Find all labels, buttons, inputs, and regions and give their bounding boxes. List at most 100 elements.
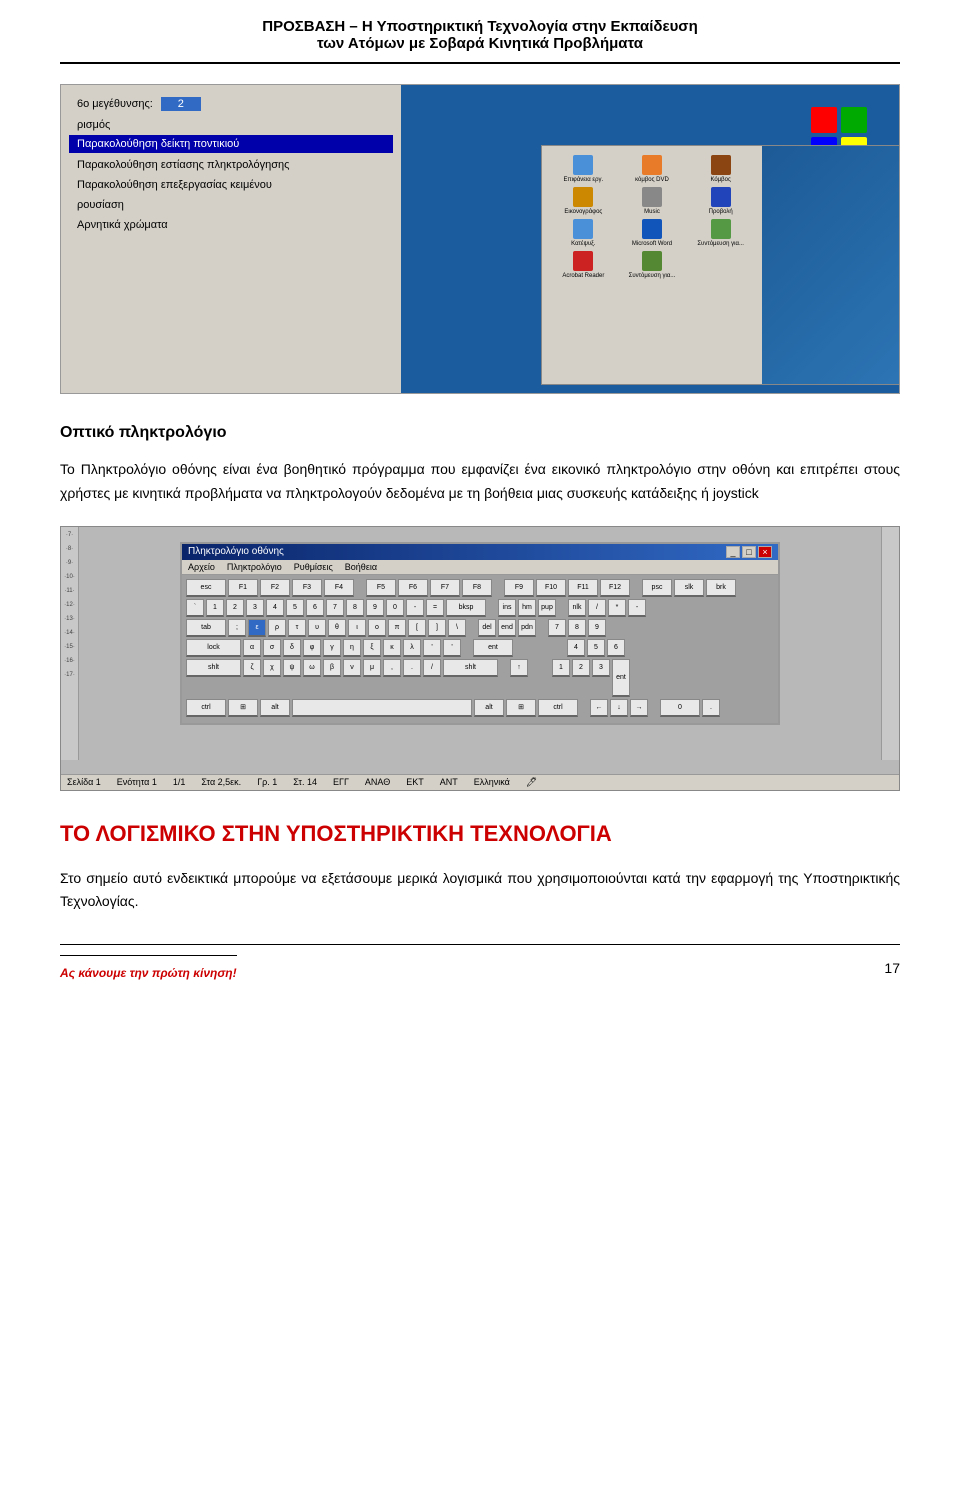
key-f12[interactable]: F12 [600,579,630,597]
key-g[interactable]: γ [323,639,341,657]
key-comma[interactable]: , [383,659,401,677]
key-l[interactable]: λ [403,639,421,657]
menu-item-epeksergasias[interactable]: Παρακολούθηση επεξεργασίας κειμένου [69,175,393,195]
key-num8[interactable]: 8 [568,619,586,637]
key-m[interactable]: μ [363,659,381,677]
key-num1[interactable]: 1 [552,659,570,677]
key-4[interactable]: 4 [266,599,284,617]
key-f5[interactable]: F5 [366,579,396,597]
key-rwin[interactable]: ⊞ [506,699,536,717]
key-2[interactable]: 2 [226,599,244,617]
key-del[interactable]: del [478,619,496,637]
key-lctrl[interactable]: ctrl [186,699,226,717]
key-numenter[interactable]: ent [612,659,630,697]
key-f8[interactable]: F8 [462,579,492,597]
key-3[interactable]: 3 [246,599,264,617]
key-num0[interactable]: 0 [660,699,700,717]
key-left[interactable]: ← [590,699,608,717]
key-num6[interactable]: 6 [607,639,625,657]
key-7[interactable]: 7 [326,599,344,617]
key-num2[interactable]: 2 [572,659,590,677]
key-a[interactable]: α [243,639,261,657]
key-6[interactable]: 6 [306,599,324,617]
key-nlk[interactable]: nlk [568,599,586,617]
key-numdot[interactable]: . [702,699,720,717]
key-f10[interactable]: F10 [536,579,566,597]
key-e[interactable]: ε [248,619,266,637]
kbd-menu-settings[interactable]: Ρυθμίσεις [294,562,333,572]
key-enter[interactable]: ent [473,639,513,657]
key-9[interactable]: 9 [366,599,384,617]
key-d[interactable]: δ [283,639,301,657]
key-brk[interactable]: brk [706,579,736,597]
key-psc[interactable]: psc [642,579,672,597]
key-space[interactable] [292,699,472,717]
key-rshift[interactable]: shlt [443,659,498,677]
key-f7[interactable]: F7 [430,579,460,597]
key-backtick[interactable]: ` [186,599,204,617]
key-p[interactable]: π [388,619,406,637]
key-t[interactable]: τ [288,619,306,637]
key-q[interactable]: ; [228,619,246,637]
key-f1[interactable]: F1 [228,579,258,597]
key-i[interactable]: ι [348,619,366,637]
key-numstar[interactable]: * [608,599,626,617]
key-1[interactable]: 1 [206,599,224,617]
key-f6[interactable]: F6 [398,579,428,597]
key-h[interactable]: η [343,639,361,657]
key-rctrl[interactable]: ctrl [538,699,578,717]
key-f[interactable]: φ [303,639,321,657]
key-pdn[interactable]: pdn [518,619,536,637]
key-f2[interactable]: F2 [260,579,290,597]
key-lock[interactable]: lock [186,639,241,657]
menu-item-estasis[interactable]: Παρακολούθηση εστίασης πληκτρολόγησης [69,155,393,175]
key-numminus[interactable]: - [628,599,646,617]
key-slk[interactable]: slk [674,579,704,597]
key-ins[interactable]: ins [498,599,516,617]
key-u[interactable]: θ [328,619,346,637]
key-up[interactable]: ↑ [510,659,528,677]
kbd-close-btn[interactable]: × [758,546,772,558]
key-down[interactable]: ↓ [610,699,628,717]
key-pup[interactable]: pup [538,599,556,617]
key-y[interactable]: υ [308,619,326,637]
key-0[interactable]: 0 [386,599,404,617]
key-n[interactable]: ν [343,659,361,677]
key-c[interactable]: ψ [283,659,301,677]
key-right[interactable]: → [630,699,648,717]
menu-item-arnhtika[interactable]: Αρνητικά χρώματα [69,215,393,235]
key-ralt[interactable]: alt [474,699,504,717]
key-k[interactable]: κ [383,639,401,657]
key-num3[interactable]: 3 [592,659,610,677]
key-r[interactable]: ρ [268,619,286,637]
key-minus[interactable]: - [406,599,424,617]
key-num4[interactable]: 4 [567,639,585,657]
key-j[interactable]: ξ [363,639,381,657]
key-f11[interactable]: F11 [568,579,598,597]
key-b[interactable]: β [323,659,341,677]
kbd-menu-help[interactable]: Βοήθεια [345,562,377,572]
key-period[interactable]: . [403,659,421,677]
key-rbracket[interactable]: ] [428,619,446,637]
key-quote[interactable]: ' [443,639,461,657]
key-backslash[interactable]: \ [448,619,466,637]
key-slash[interactable]: / [423,659,441,677]
key-f4[interactable]: F4 [324,579,354,597]
kbd-menu-file[interactable]: Αρχείο [188,562,215,572]
menu-item-selected[interactable]: Παρακολούθηση δείκτη ποντικιού [69,135,393,153]
key-esc[interactable]: esc [186,579,226,597]
key-lbracket[interactable]: [ [408,619,426,637]
key-f9[interactable]: F9 [504,579,534,597]
key-lwin[interactable]: ⊞ [228,699,258,717]
kbd-menu-keyboard[interactable]: Πληκτρολόγιο [227,562,282,572]
key-num5[interactable]: 5 [587,639,605,657]
key-v[interactable]: ω [303,659,321,677]
key-z[interactable]: ζ [243,659,261,677]
key-f3[interactable]: F3 [292,579,322,597]
key-num9[interactable]: 9 [588,619,606,637]
key-8[interactable]: 8 [346,599,364,617]
kbd-minimize-btn[interactable]: _ [726,546,740,558]
menu-item-rousiasi[interactable]: ρουσίαση [69,195,393,215]
kbd-maximize-btn[interactable]: □ [742,546,756,558]
key-5[interactable]: 5 [286,599,304,617]
